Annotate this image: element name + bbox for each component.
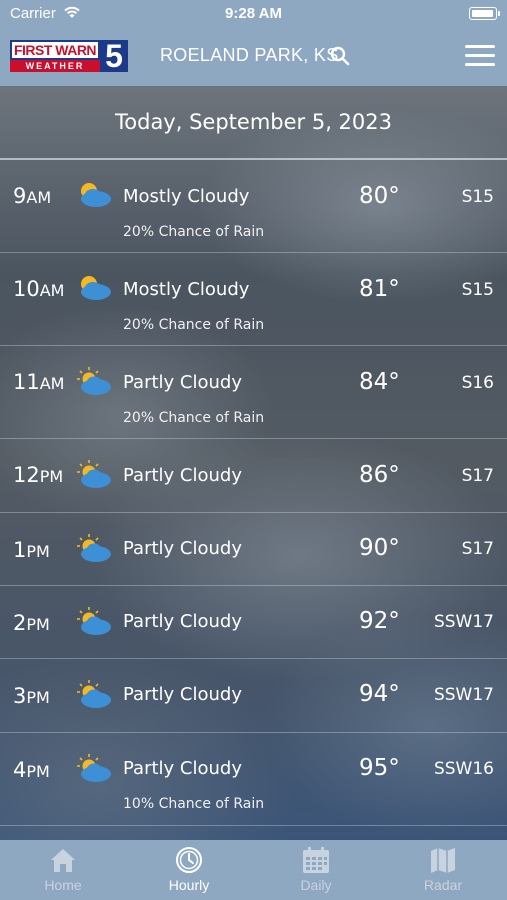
logo-number: 5 (100, 40, 128, 72)
rain-chance: 20% Chance of Rain (123, 317, 265, 333)
wind-label: SSW17 (433, 612, 494, 632)
tab-radar-label: Radar (423, 877, 463, 893)
hour-time: 3PM (13, 684, 50, 708)
wind-label: S15 (461, 187, 494, 207)
logo-first-warn: FIRST WARN (13, 42, 97, 58)
temperature: 80° (359, 183, 400, 209)
tab-daily-label: Daily (300, 877, 332, 893)
temperature: 92° (359, 608, 400, 634)
hour-row[interactable]: 11AM Partly Cloudy 20% Chance of Rain 84… (0, 346, 507, 439)
hour-time: 2PM (13, 611, 50, 635)
search-icon[interactable] (330, 46, 350, 66)
status-bar: Carrier 9:28 AM (0, 0, 507, 28)
wind-label: S17 (461, 466, 494, 486)
partly-cloudy-icon (77, 367, 111, 395)
temperature: 86° (359, 462, 400, 488)
wind-label: SSW17 (433, 685, 494, 705)
station-logo[interactable]: FIRST WARN WEATHER 5 (10, 40, 128, 72)
condition-label: Mostly Cloudy (123, 279, 250, 300)
partly-cloudy-icon (77, 607, 111, 635)
partly-cloudy-icon (77, 534, 111, 562)
tab-home-label: Home (44, 877, 82, 893)
clock-icon (176, 847, 202, 873)
hour-time: 12PM (13, 463, 64, 487)
condition-label: Partly Cloudy (123, 372, 242, 393)
wind-label: S17 (461, 539, 494, 559)
hour-time: 4PM (13, 758, 50, 782)
wind-label: S15 (461, 280, 494, 300)
tab-daily[interactable]: Daily (253, 840, 379, 900)
hour-row[interactable]: 3PM Partly Cloudy 94° SSW17 (0, 659, 507, 733)
calendar-icon (303, 847, 329, 873)
battery-icon (469, 7, 497, 20)
hour-row[interactable]: 1PM Partly Cloudy 90° S17 (0, 513, 507, 586)
condition-label: Partly Cloudy (123, 465, 242, 486)
rain-chance: 20% Chance of Rain (123, 410, 265, 426)
hour-time: 9AM (13, 184, 52, 208)
condition-label: Partly Cloudy (123, 758, 242, 779)
hour-row[interactable]: 12PM Partly Cloudy 86° S17 (0, 439, 507, 513)
tab-home[interactable]: Home (0, 840, 126, 900)
clock-time: 9:28 AM (225, 5, 282, 22)
wind-label: S16 (461, 373, 494, 393)
hour-row[interactable]: 2PM Partly Cloudy 92° SSW17 (0, 586, 507, 659)
temperature: 90° (359, 535, 400, 561)
mostly-cloudy-icon (81, 183, 111, 207)
temperature: 95° (359, 755, 400, 781)
mostly-cloudy-icon (81, 276, 111, 300)
partly-cloudy-icon (77, 460, 111, 488)
battery-tip (498, 11, 500, 16)
rain-chance: 10% Chance of Rain (123, 796, 265, 812)
tab-bar: Home Hourly Daily Radar (0, 840, 507, 900)
hour-row[interactable]: 9AM Mostly Cloudy 20% Chance of Rain 80°… (0, 160, 507, 253)
hamburger-menu-icon[interactable] (465, 45, 495, 67)
condition-label: Partly Cloudy (123, 684, 242, 705)
logo-weather: WEATHER (10, 60, 100, 72)
rain-chance: 20% Chance of Rain (123, 224, 265, 240)
condition-label: Partly Cloudy (123, 538, 242, 559)
wind-label: SSW16 (433, 759, 494, 779)
hour-row[interactable]: 10AM Mostly Cloudy 20% Chance of Rain 81… (0, 253, 507, 346)
temperature: 94° (359, 681, 400, 707)
hour-time: 1PM (13, 538, 50, 562)
condition-label: Partly Cloudy (123, 611, 242, 632)
date-title: Today, September 5, 2023 (115, 110, 392, 134)
location-label[interactable]: ROELAND PARK, KS (160, 45, 339, 66)
hour-time: 10AM (13, 277, 65, 301)
hour-time: 11AM (13, 370, 65, 394)
tab-hourly[interactable]: Hourly (126, 840, 252, 900)
partly-cloudy-icon (77, 754, 111, 782)
home-icon (51, 849, 75, 872)
tab-radar[interactable]: Radar (380, 840, 506, 900)
partly-cloudy-icon (77, 680, 111, 708)
app-header: FIRST WARN WEATHER 5 ROELAND PARK, KS (0, 28, 507, 86)
temperature: 81° (359, 276, 400, 302)
hour-row[interactable]: 4PM Partly Cloudy 10% Chance of Rain 95°… (0, 733, 507, 826)
map-icon (431, 848, 455, 873)
condition-label: Mostly Cloudy (123, 186, 250, 207)
temperature: 84° (359, 369, 400, 395)
tab-hourly-label: Hourly (168, 877, 210, 893)
